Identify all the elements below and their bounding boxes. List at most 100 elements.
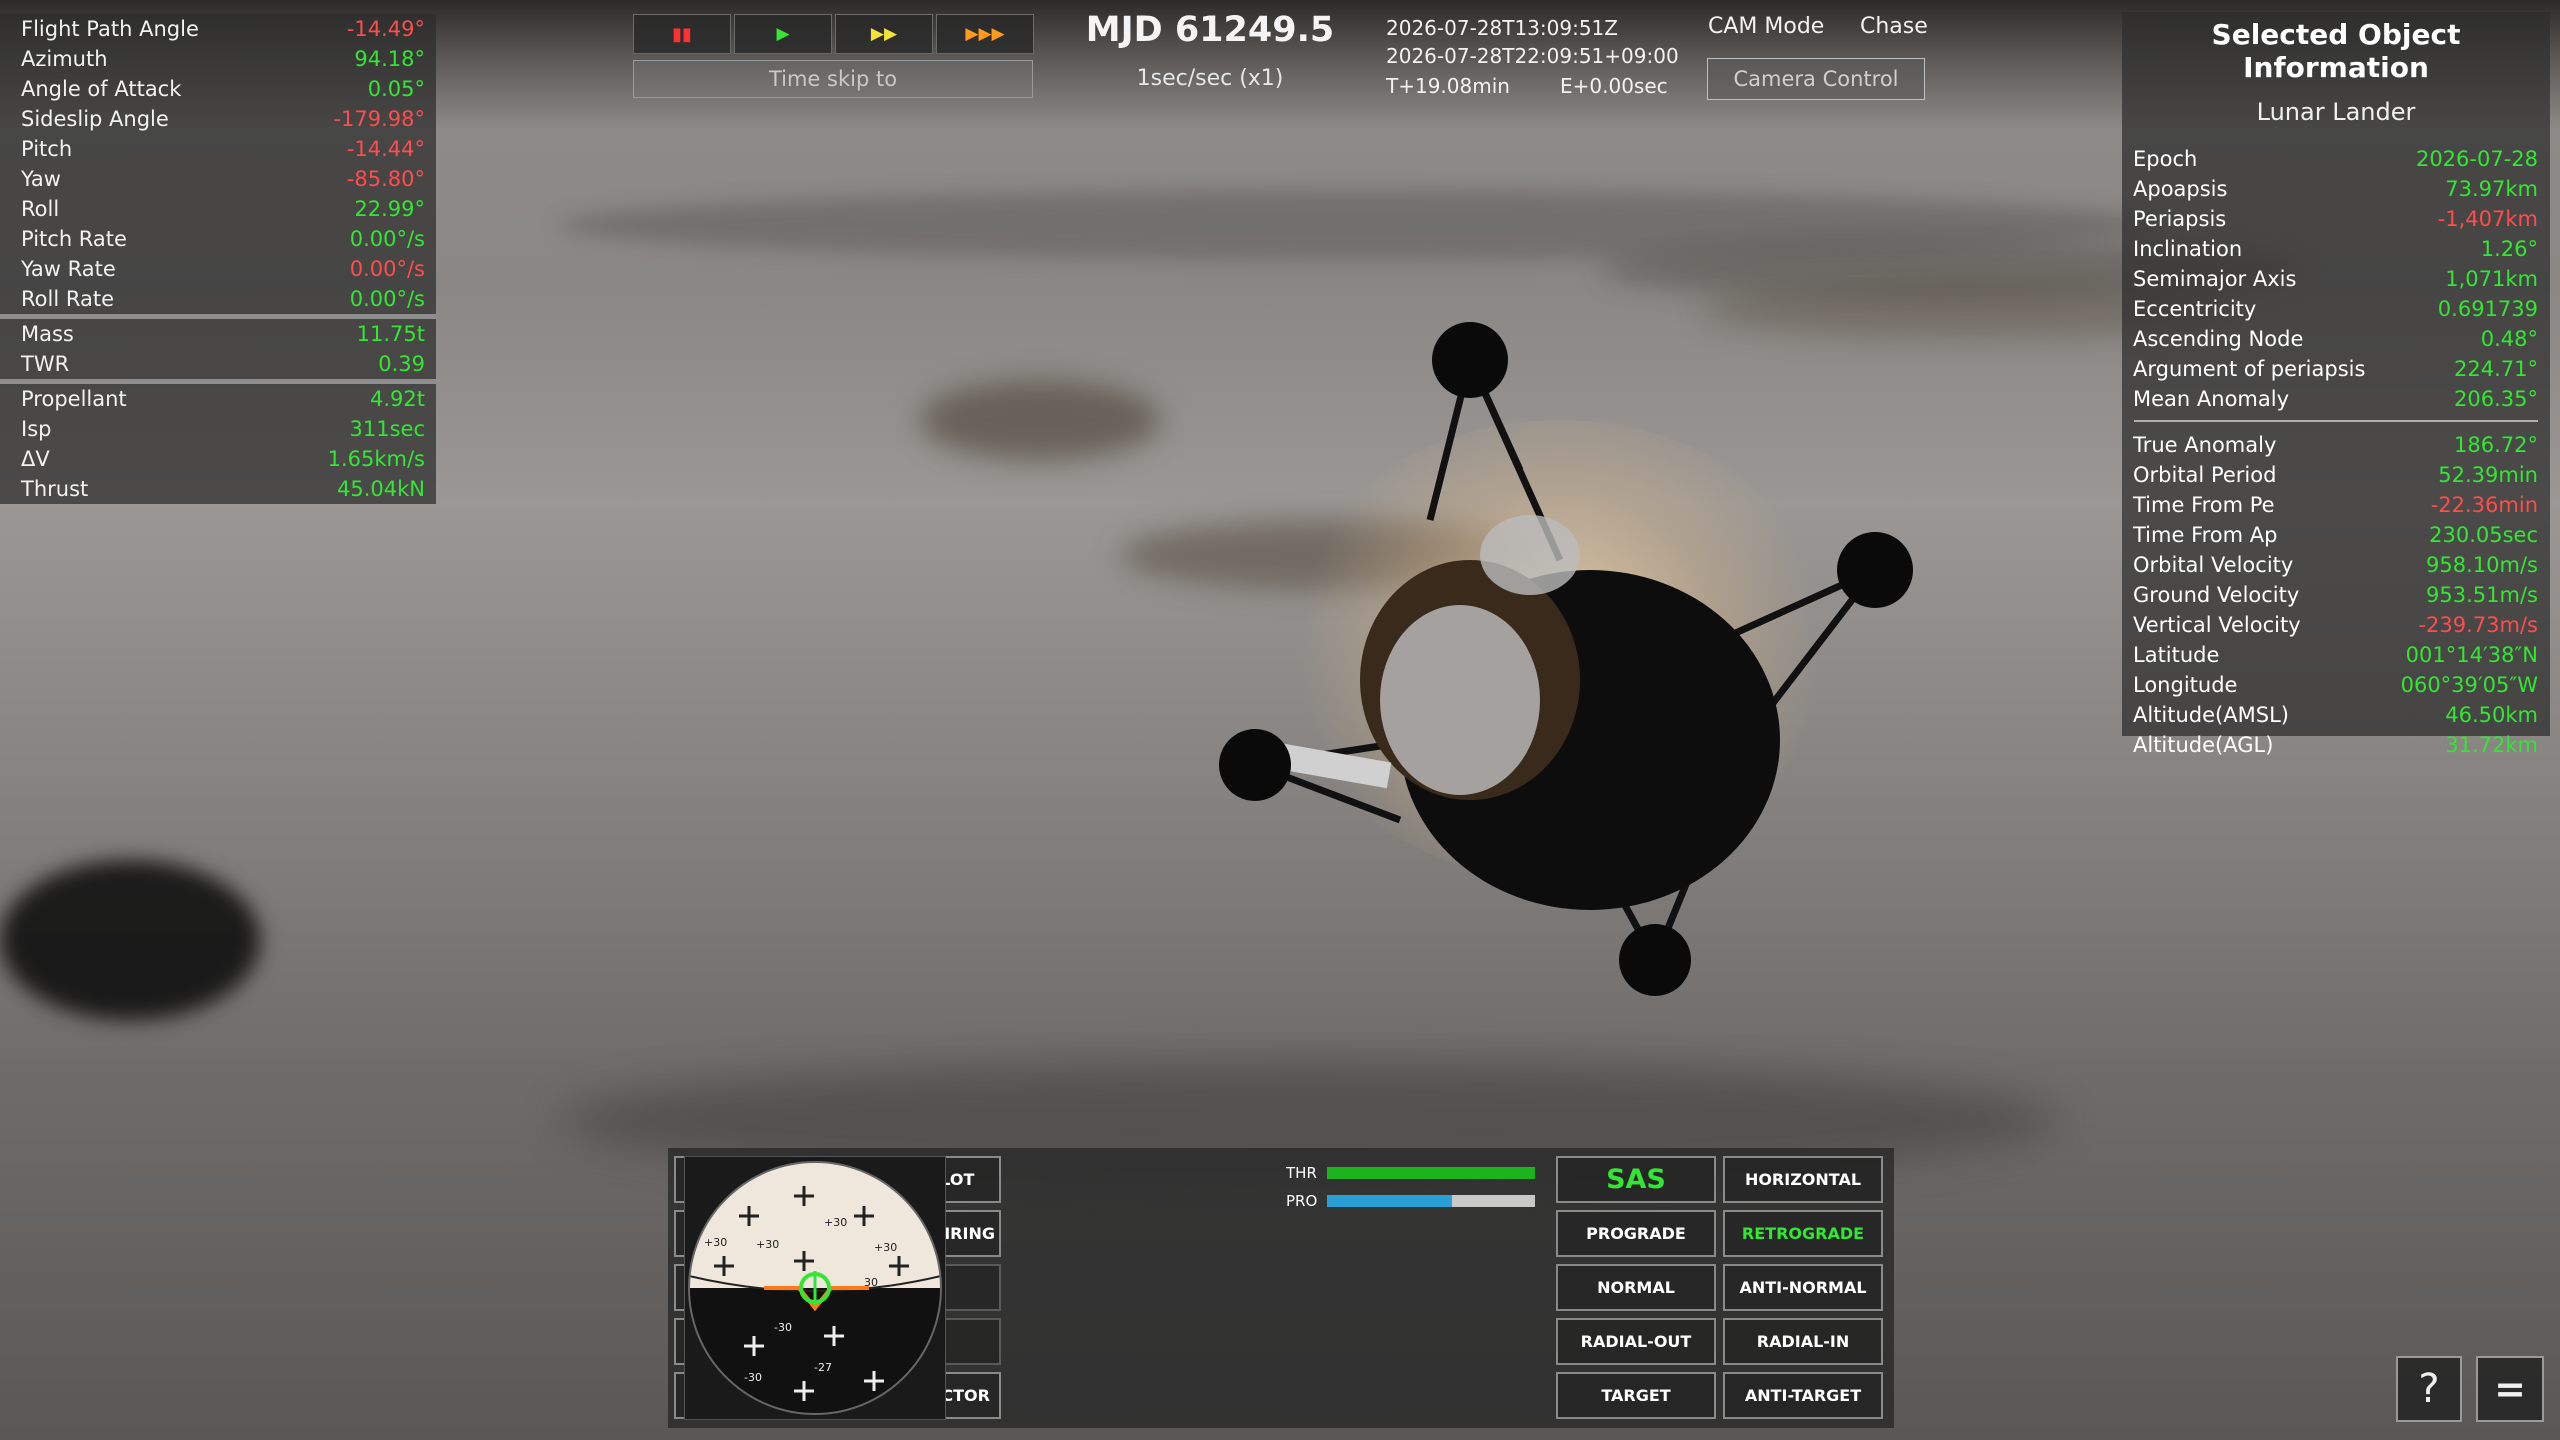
state-row: Time From Pe -22.36min <box>2122 490 2550 520</box>
state-row: Time From Ap 230.05sec <box>2122 520 2550 550</box>
state-row-label: Altitude(AGL) <box>2133 733 2274 757</box>
orbital-elements-list: Epoch 2026-07-28 Apoapsis 73.97km Periapsis -… <box>2122 144 2550 414</box>
state-row: Latitude 001°14′38″N <box>2122 640 2550 670</box>
propellant-fill <box>1327 1195 1453 1207</box>
mjd-display: MJD 61249.5 <box>1085 10 1335 50</box>
gauge-panel: THR PRO <box>1278 1156 1536 1420</box>
navball-mark: +30 <box>704 1236 727 1249</box>
orbit-row: Eccentricity 0.691739 <box>2122 294 2550 324</box>
telemetry-row: Roll 22.99° <box>0 194 436 224</box>
telemetry-row-label: TWR <box>21 352 70 376</box>
orbit-row-label: Eccentricity <box>2133 297 2257 321</box>
state-row-value: 001°14′38″N <box>2405 643 2538 667</box>
state-row-value: 060°39′05″W <box>2400 673 2538 697</box>
telemetry-row: Sideslip Angle -179.98° <box>0 104 436 134</box>
camera-control-button[interactable]: Camera Control <box>1707 58 1925 100</box>
orbit-row: Apoapsis 73.97km <box>2122 174 2550 204</box>
orbit-row: Periapsis -1,407km <box>2122 204 2550 234</box>
play-button[interactable]: ▶ <box>734 14 832 54</box>
fastest-forward-button[interactable]: ▶▶▶ <box>936 14 1034 54</box>
help-button[interactable]: ? <box>2396 1356 2462 1422</box>
telemetry-row-label: Yaw <box>21 167 61 191</box>
orbit-row-label: Argument of periapsis <box>2133 357 2366 381</box>
navball: +30 +30 +30 +30 30 -30 -27 -30 <box>684 1156 946 1420</box>
orbit-row-label: Inclination <box>2133 237 2243 261</box>
normal-button[interactable]: NORMAL <box>1556 1264 1716 1311</box>
state-row: Longitude 060°39′05″W <box>2122 670 2550 700</box>
telemetry-row: Pitch -14.44° <box>0 134 436 164</box>
telemetry-row: Propellant 4.92t <box>0 384 436 414</box>
local-time: 2026-07-28T22:09:51+09:00 <box>1386 44 1679 68</box>
navball-mark: -30 <box>774 1321 792 1334</box>
state-row: Altitude(AMSL) 46.50km <box>2122 700 2550 730</box>
telemetry-row-label: Azimuth <box>21 47 108 71</box>
orbit-row-label: Epoch <box>2133 147 2198 171</box>
state-vector-list: True Anomaly 186.72° Orbital Period 52.39mi… <box>2122 430 2550 760</box>
telemetry-row-label: Thrust <box>21 477 89 501</box>
telemetry-row-value: 22.99° <box>354 197 425 221</box>
telemetry-row-value: -14.44° <box>346 137 425 161</box>
orbit-row-value: -1,407km <box>2437 207 2538 231</box>
utc-time: 2026-07-28T13:09:51Z <box>1386 16 1618 40</box>
state-row-value: 953.51m/s <box>2426 583 2538 607</box>
mission-elapsed-time: T+19.08min <box>1386 74 1510 98</box>
state-row-label: Time From Pe <box>2133 493 2275 517</box>
pause-button[interactable]: ▮▮ <box>633 14 731 54</box>
telemetry-row-label: Sideslip Angle <box>21 107 169 131</box>
propulsion-group: Propellant 4.92t Isp 311sec ΔV 1.65km/s Thrust… <box>0 384 436 504</box>
state-row-label: Orbital Velocity <box>2133 553 2294 577</box>
orbit-row: Epoch 2026-07-28 <box>2122 144 2550 174</box>
fastest-forward-icon: ▶▶▶ <box>965 24 1005 44</box>
menu-button[interactable]: = <box>2476 1356 2544 1422</box>
fast-forward-icon: ▶▶ <box>870 24 898 44</box>
radial-in-button[interactable]: RADIAL-IN <box>1723 1318 1883 1365</box>
telemetry-row-label: Roll <box>21 197 60 221</box>
state-row: True Anomaly 186.72° <box>2122 430 2550 460</box>
state-row-label: Orbital Period <box>2133 463 2277 487</box>
orbit-row-value: 224.71° <box>2454 357 2538 381</box>
section-divider <box>2134 420 2538 422</box>
orbit-row-value: 206.35° <box>2454 387 2538 411</box>
sas-button[interactable]: SAS <box>1556 1156 1716 1203</box>
selected-object-panel: Selected Object Information Lunar Lander… <box>2122 12 2550 757</box>
anti-normal-button[interactable]: ANTI-NORMAL <box>1723 1264 1883 1311</box>
telemetry-row: Flight Path Angle -14.49° <box>0 14 436 44</box>
state-row-label: Time From Ap <box>2133 523 2278 547</box>
orbit-row: Ascending Node 0.48° <box>2122 324 2550 354</box>
telemetry-row: Pitch Rate 0.00°/s <box>0 224 436 254</box>
state-row-label: True Anomaly <box>2133 433 2277 457</box>
horizontal-button[interactable]: HORIZONTAL <box>1723 1156 1883 1203</box>
radial-out-button[interactable]: RADIAL-OUT <box>1556 1318 1716 1365</box>
state-row-value: 52.39min <box>2438 463 2538 487</box>
anti-target-button[interactable]: ANTI-TARGET <box>1723 1372 1883 1419</box>
target-button[interactable]: TARGET <box>1556 1372 1716 1419</box>
mass-group: Mass 11.75t TWR 0.39 <box>0 319 436 384</box>
vehicle-control-panel: MANEUVER PLANNERAUTO PILOTSTAGE SEPARATI… <box>668 1148 1894 1428</box>
throttle-track <box>1326 1167 1535 1179</box>
retrograde-button[interactable]: RETROGRADE <box>1723 1210 1883 1257</box>
telemetry-row-value: 45.04kN <box>337 477 425 501</box>
attitude-group: Flight Path Angle -14.49° Azimuth 94.18° Ang… <box>0 14 436 319</box>
time-rate-display: 1sec/sec (x1) <box>1136 66 1284 91</box>
fast-forward-button[interactable]: ▶▶ <box>835 14 933 54</box>
cam-mode-value[interactable]: Chase <box>1860 14 1928 39</box>
state-row-label: Latitude <box>2133 643 2220 667</box>
time-skip-input[interactable]: Time skip to <box>633 60 1033 98</box>
telemetry-row-label: Flight Path Angle <box>21 17 199 41</box>
orbit-row-label: Mean Anomaly <box>2133 387 2290 411</box>
telemetry-row-value: 0.00°/s <box>349 257 425 281</box>
telemetry-row-label: Isp <box>21 417 52 441</box>
state-row-value: 230.05sec <box>2429 523 2538 547</box>
state-row-value: 46.50km <box>2445 703 2538 727</box>
telemetry-row-value: 0.05° <box>367 77 425 101</box>
orbit-row-label: Ascending Node <box>2133 327 2304 351</box>
state-row-value: -22.36min <box>2430 493 2538 517</box>
telemetry-row-value: 311sec <box>349 417 426 441</box>
propellant-label: PRO <box>1286 1192 1318 1210</box>
telemetry-row-value: 0.00°/s <box>349 227 425 251</box>
prograde-button[interactable]: PROGRADE <box>1556 1210 1716 1257</box>
telemetry-row-label: Pitch Rate <box>21 227 127 251</box>
state-row: Orbital Period 52.39min <box>2122 460 2550 490</box>
navball-mark: +30 <box>874 1241 897 1254</box>
telemetry-row-value: -85.80° <box>346 167 425 191</box>
